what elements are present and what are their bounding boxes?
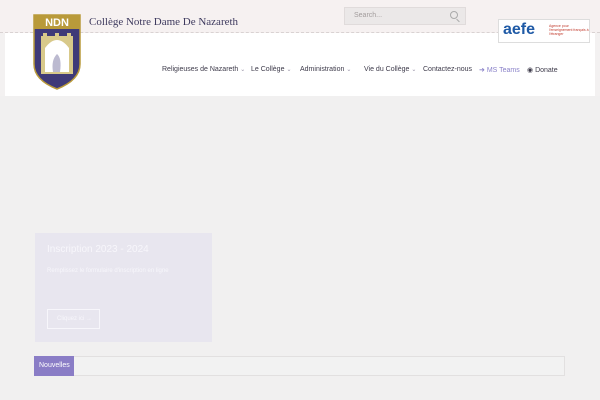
search-icon[interactable]: [450, 11, 458, 19]
nav-item-administration[interactable]: Administration ⌄: [300, 66, 351, 73]
site-title[interactable]: Collège Notre Dame De Nazareth: [89, 16, 238, 28]
sign-in-icon: ➜: [479, 67, 485, 74]
news-label[interactable]: Nouvelles: [34, 356, 74, 376]
eye-icon: ◉: [527, 67, 534, 74]
chevron-down-icon: ⌄: [240, 67, 246, 73]
news-ticker: [34, 356, 565, 376]
nav-item-ms-teams[interactable]: ➜ MS Teams: [479, 66, 520, 74]
aefe-wordmark: aefe: [503, 21, 536, 38]
aefe-tagline: Agence pour l'enseignement français à l'…: [549, 24, 589, 36]
nav-item-donate[interactable]: ◉ Donate: [527, 66, 558, 74]
nav-item-vie-du-college[interactable]: Vie du Collège ⌄: [364, 66, 416, 73]
slide-cta-button[interactable]: Cliquez ici →: [47, 309, 100, 329]
slide-text: Remplissez le formulaire d'inscription e…: [47, 268, 169, 274]
aefe-logo[interactable]: aefe Agence pour l'enseignement français…: [498, 19, 590, 43]
nav-item-religieuses[interactable]: Religieuses de Nazareth ⌄: [162, 66, 245, 73]
school-logo[interactable]: NDN: [33, 14, 81, 90]
svg-text:NDN: NDN: [45, 17, 69, 29]
chevron-down-icon: ⌄: [411, 67, 417, 73]
nav-item-le-college[interactable]: Le Collège ⌄: [251, 66, 292, 73]
slide-title: Inscription 2023 - 2024: [47, 244, 149, 255]
chevron-down-icon: ⌄: [286, 67, 292, 73]
nav-item-contact[interactable]: Contactez-nous: [423, 66, 472, 73]
chevron-down-icon: ⌄: [346, 67, 352, 73]
search-input[interactable]: Search...: [344, 7, 466, 25]
